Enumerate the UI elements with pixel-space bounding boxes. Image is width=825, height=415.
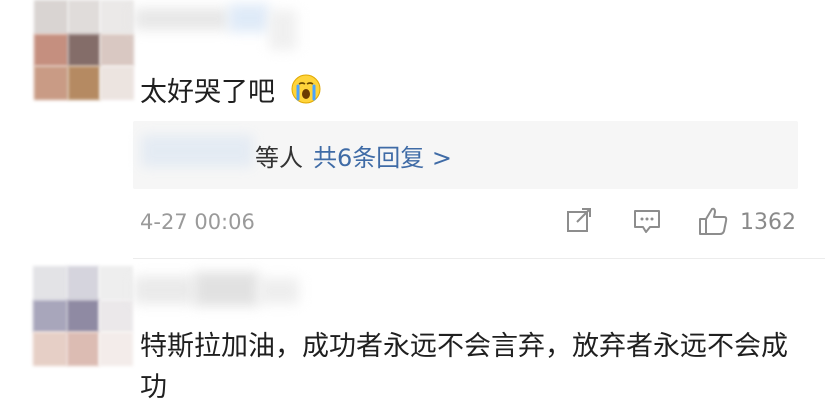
- comment-1-text: 太好哭了吧: [140, 70, 322, 109]
- replies-preview[interactable]: 等人 共6条回复 >: [133, 121, 798, 189]
- loudly-crying-face-icon: [291, 74, 321, 104]
- replies-summary: 等人 共6条回复 >: [255, 138, 452, 173]
- comment-1-body: 太好哭了吧: [140, 77, 275, 108]
- comment-2-text: 特斯拉加油，成功者永远不会言弃，放弃者永远不会成功: [140, 331, 788, 403]
- view-replies-link[interactable]: 共6条回复 >: [313, 144, 452, 172]
- comment-1-timestamp: 4-27 00:06: [140, 210, 255, 234]
- thumbs-up-icon[interactable]: [698, 206, 730, 236]
- username-1[interactable]: [134, 0, 299, 55]
- reply-user-names[interactable]: [141, 135, 253, 167]
- comment-divider: [133, 258, 825, 259]
- avatar-1[interactable]: [34, 0, 134, 100]
- username-2[interactable]: [134, 266, 304, 321]
- comment-icon[interactable]: [632, 206, 662, 236]
- avatar-2[interactable]: [33, 266, 133, 366]
- like-count: 1362: [740, 210, 796, 235]
- replies-suffix: 等人: [255, 144, 303, 172]
- share-icon[interactable]: [565, 206, 593, 234]
